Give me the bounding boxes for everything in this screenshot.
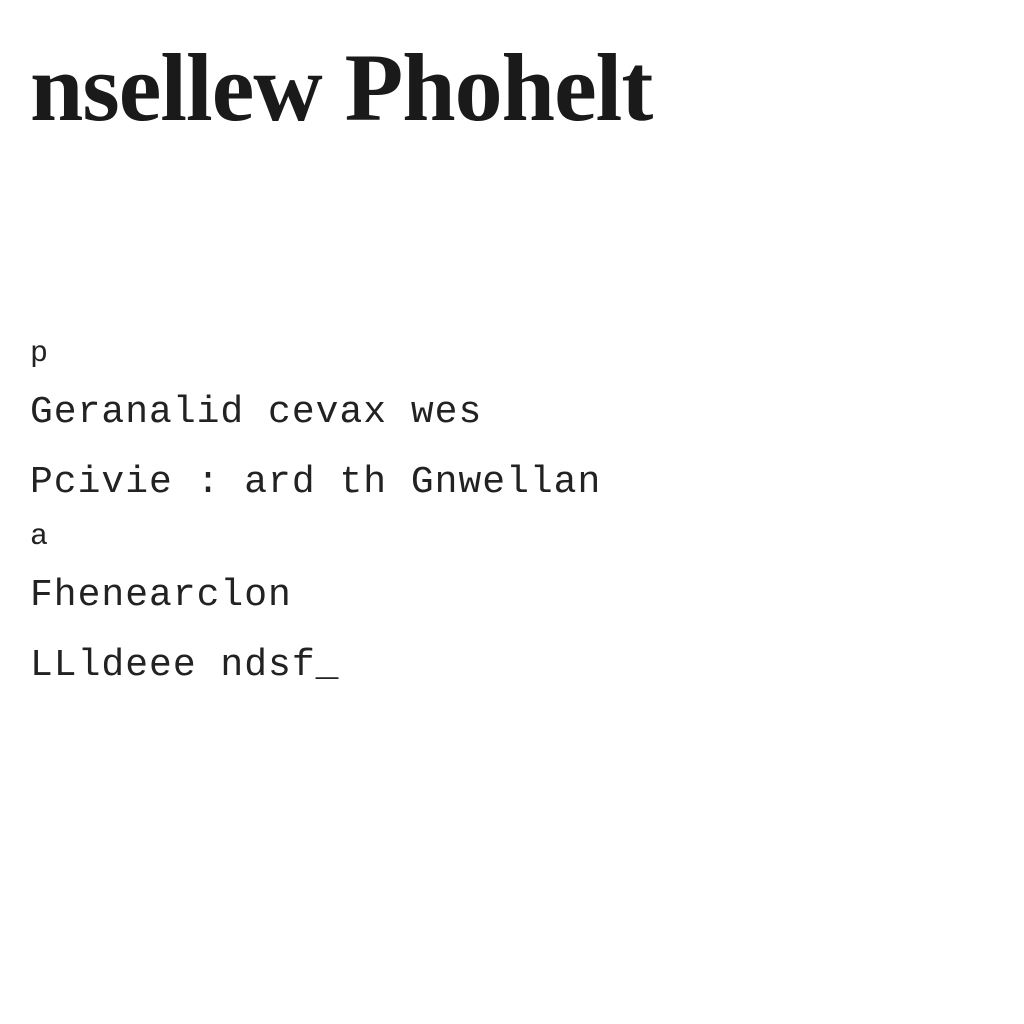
body-line: Pcivie : ard th Gnwellan [30, 448, 994, 518]
document-title: nsellew Phohelt [30, 40, 994, 136]
document-page: nsellew Phohelt p Geranalid cevax wes Pc… [0, 0, 1024, 741]
body-line: a [30, 519, 994, 561]
document-body: p Geranalid cevax wes Pcivie : ard th Gn… [30, 336, 994, 701]
body-line: LLldeee ndsf_ [30, 631, 994, 701]
body-line: Geranalid cevax wes [30, 378, 994, 448]
body-line: p [30, 336, 994, 378]
body-line: Fhenearclon [30, 561, 994, 631]
